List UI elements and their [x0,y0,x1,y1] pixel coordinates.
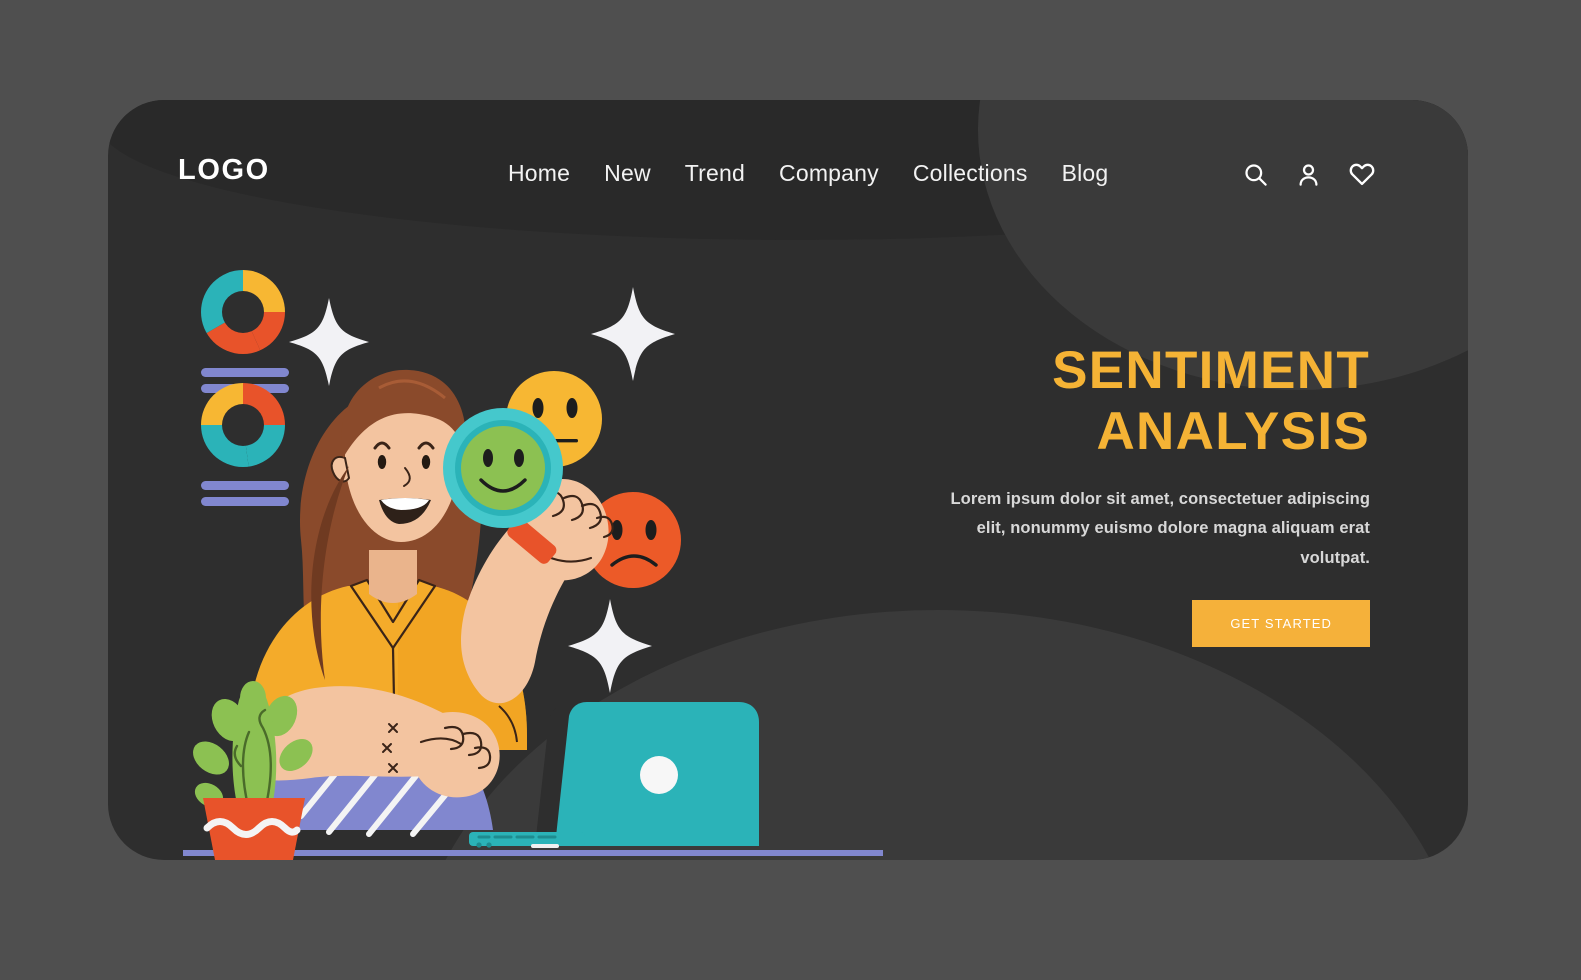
logo[interactable]: LOGO [178,154,270,187]
page-title-line-2: ANALYSIS [1096,402,1370,462]
neck [369,550,417,603]
donut-chart-top [201,270,285,354]
sparkle-star-left [289,298,369,386]
illustration-svg [183,270,883,860]
bar-lines-bottom [201,481,289,506]
laptop-logo [640,756,678,794]
sparkle-star-bottom [568,599,652,693]
page-title: SENTIMENT ANALYSIS [920,340,1370,463]
user-icon[interactable] [1295,161,1322,188]
eye-left [377,455,387,469]
page-title-line-1: SENTIMENT [1052,341,1370,400]
hero-text-block: SENTIMENT ANALYSIS Lorem ipsum dolor sit… [920,340,1370,648]
get-started-button[interactable]: GET STARTED [1192,600,1370,648]
happy-face-magnified [461,426,545,510]
sparkle-star-top-right [591,287,675,381]
laptop-trackpad [531,844,559,848]
nav-item-trend[interactable]: Trend [685,160,745,187]
nav-item-home[interactable]: Home [508,160,570,187]
page-root: LOGO Home New Trend Company Collections … [0,0,1581,980]
donut-chart-bottom [201,383,285,467]
laptop-base [469,832,585,846]
nav-links: Home New Trend Company Collections Blog [508,160,1108,187]
sentiment-analysis-illustration [183,250,883,860]
eye-right [421,455,431,469]
search-icon[interactable] [1242,161,1269,188]
hero-description: Lorem ipsum dolor sit amet, consectetuer… [950,489,1370,567]
nav-item-blog[interactable]: Blog [1062,160,1109,187]
hero-card: LOGO Home New Trend Company Collections … [108,100,1468,860]
nav-item-collections[interactable]: Collections [913,160,1028,187]
heart-icon[interactable] [1348,160,1376,188]
top-navigation-bar: LOGO Home New Trend Company Collections … [108,100,1468,240]
nav-item-company[interactable]: Company [779,160,879,187]
nav-item-new[interactable]: New [604,160,651,187]
nav-icon-group [1242,160,1376,188]
